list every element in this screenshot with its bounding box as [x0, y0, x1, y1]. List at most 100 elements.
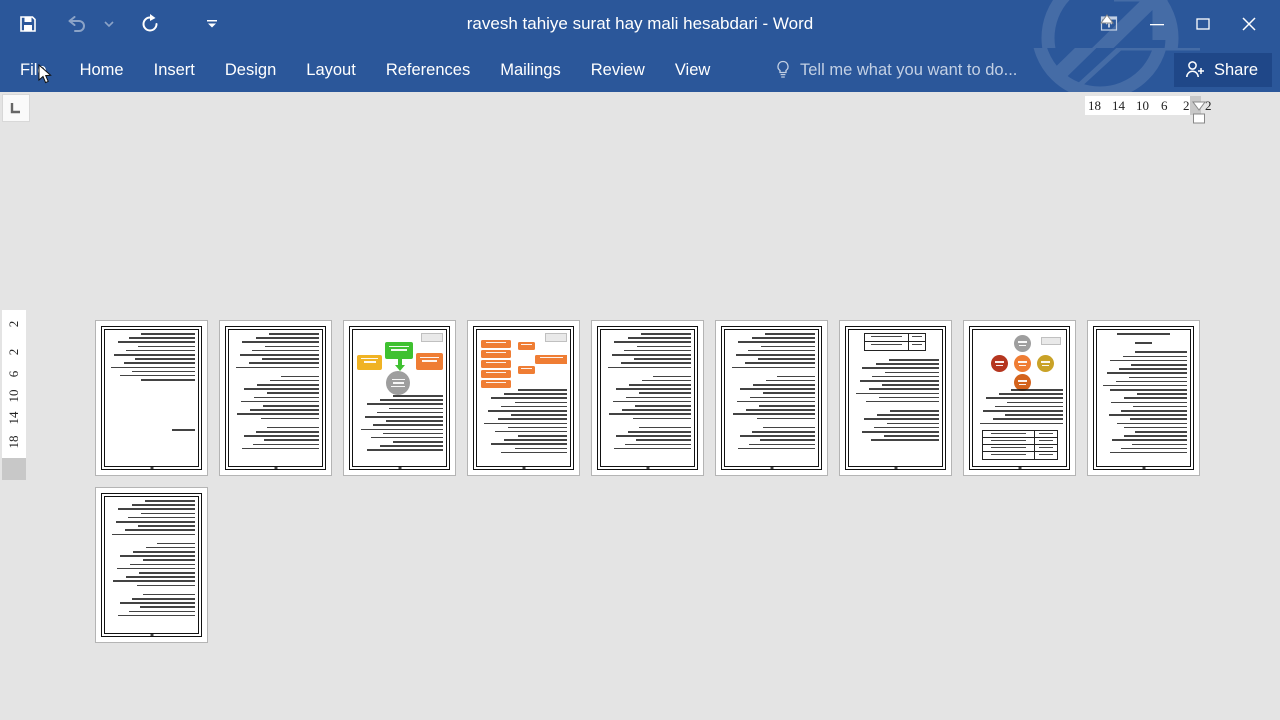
ribbon-tab-strip: File Home Insert Design Layout Reference… [0, 48, 1280, 92]
circle-gray-top[interactable] [1014, 335, 1031, 352]
page-thumbnail[interactable] [1087, 320, 1200, 476]
ruler-tick-14: 14 [1112, 97, 1125, 113]
hierarchy-node-left[interactable] [481, 370, 511, 378]
circle-olive-right[interactable] [1037, 355, 1054, 372]
table-cell[interactable] [983, 438, 1035, 445]
table-cell[interactable] [909, 342, 925, 350]
undo-button[interactable] [56, 4, 96, 44]
page-content [356, 333, 443, 461]
circle-gray-center[interactable] [386, 371, 410, 395]
customize-qat-button[interactable] [192, 4, 232, 44]
page-thumbnail[interactable] [715, 320, 828, 476]
hanging-indent-marker[interactable] [1192, 100, 1206, 111]
callout-yellow[interactable] [357, 355, 382, 370]
hierarchy-node-left[interactable] [481, 360, 511, 368]
page-content [1100, 333, 1187, 461]
table-cell[interactable] [1035, 431, 1057, 437]
ruler-vertical-ticks: 2 2 6 10 14 18 [2, 310, 26, 480]
left-indent-marker[interactable] [1192, 113, 1206, 125]
ruler-tick-2a: 2 [1183, 97, 1190, 113]
tell-me-search[interactable]: Tell me what you want to do... [775, 48, 1017, 92]
ribbon-display-options-icon[interactable] [1084, 7, 1134, 41]
table-cell[interactable] [1035, 438, 1057, 444]
page-thumbnail[interactable] [963, 320, 1076, 476]
callout-orange[interactable] [416, 353, 443, 370]
page-thumbnail[interactable] [467, 320, 580, 476]
share-person-icon [1186, 61, 1204, 78]
circle-darkred-left[interactable] [991, 355, 1008, 372]
tab-references[interactable]: References [371, 48, 485, 92]
table-row[interactable] [983, 431, 1057, 439]
tab-review[interactable]: Review [576, 48, 660, 92]
table-cell[interactable] [909, 334, 925, 341]
hierarchy-node-left[interactable] [481, 340, 511, 348]
hierarchy-node-left[interactable] [481, 380, 511, 388]
page-number-footer [1018, 467, 1021, 469]
page-number-footer [646, 467, 649, 469]
minimize-button[interactable] [1134, 7, 1180, 41]
table-cell[interactable] [865, 342, 909, 350]
page-number-footer [770, 467, 773, 469]
data-table[interactable] [982, 430, 1058, 461]
vruler-tick-10: 10 [6, 389, 21, 403]
table-cell[interactable] [1035, 445, 1057, 451]
circle-orange-center[interactable] [1014, 355, 1031, 372]
table-cell[interactable] [1035, 452, 1057, 459]
table-cell[interactable] [983, 452, 1035, 460]
tell-me-placeholder-text: Tell me what you want to do... [800, 60, 1018, 79]
page-number-footer [1142, 467, 1145, 469]
page-number-footer [894, 467, 897, 469]
tab-file[interactable]: File [0, 48, 65, 92]
tab-home[interactable]: Home [65, 48, 139, 92]
page-number-footer [398, 467, 401, 469]
tab-layout[interactable]: Layout [291, 48, 371, 92]
ruler-tick-10: 10 [1136, 97, 1149, 113]
close-button[interactable] [1226, 7, 1272, 41]
save-button[interactable] [8, 4, 48, 44]
horizontal-ruler[interactable]: 18 14 10 6 2 2 [0, 92, 1280, 128]
hierarchy-node-left[interactable] [481, 350, 511, 358]
undo-dropdown-button[interactable] [96, 4, 122, 44]
page-number-footer [522, 467, 525, 469]
table-row[interactable] [983, 452, 1057, 460]
tab-design[interactable]: Design [210, 48, 291, 92]
tab-view[interactable]: View [660, 48, 725, 92]
table-cell[interactable] [865, 334, 909, 341]
vruler-tick-14: 14 [6, 411, 21, 425]
callout-green[interactable] [385, 342, 413, 359]
office-watermark-graphic-lower [1033, 48, 1200, 92]
first-line-indent-marker[interactable] [1100, 14, 1114, 24]
tab-insert[interactable]: Insert [139, 48, 210, 92]
table-cell[interactable] [983, 445, 1035, 452]
document-canvas[interactable] [28, 128, 1280, 720]
tab-stop-selector[interactable] [2, 94, 30, 122]
hierarchy-node-right[interactable] [535, 355, 567, 364]
page-thumbnail[interactable] [95, 487, 208, 643]
share-button[interactable]: Share [1173, 53, 1272, 87]
page-thumbnail[interactable] [839, 320, 952, 476]
page-thumbnail[interactable] [219, 320, 332, 476]
hierarchy-node-mid-1[interactable] [518, 342, 535, 350]
table-row[interactable] [983, 438, 1057, 446]
tab-mailings[interactable]: Mailings [485, 48, 576, 92]
table-row[interactable] [865, 342, 925, 350]
table-cell[interactable] [983, 431, 1035, 438]
page-content [108, 333, 195, 461]
page-content [852, 333, 939, 461]
table-row[interactable] [865, 334, 925, 342]
page-thumbnail[interactable] [95, 320, 208, 476]
window-controls [1084, 0, 1280, 48]
page-content [604, 333, 691, 461]
data-table[interactable] [864, 333, 926, 351]
smartart-callout-diagram[interactable] [356, 333, 443, 395]
table-row[interactable] [983, 445, 1057, 453]
page-thumbnail[interactable] [343, 320, 456, 476]
page-number-footer [150, 467, 153, 469]
page-number-footer [274, 467, 277, 469]
hierarchy-node-mid-2[interactable] [518, 366, 535, 374]
cycle-circle-diagram[interactable] [976, 333, 1063, 391]
restore-button[interactable] [1180, 7, 1226, 41]
page-thumbnail[interactable] [591, 320, 704, 476]
orange-hierarchy-diagram[interactable] [480, 333, 567, 389]
redo-button[interactable] [130, 4, 170, 44]
